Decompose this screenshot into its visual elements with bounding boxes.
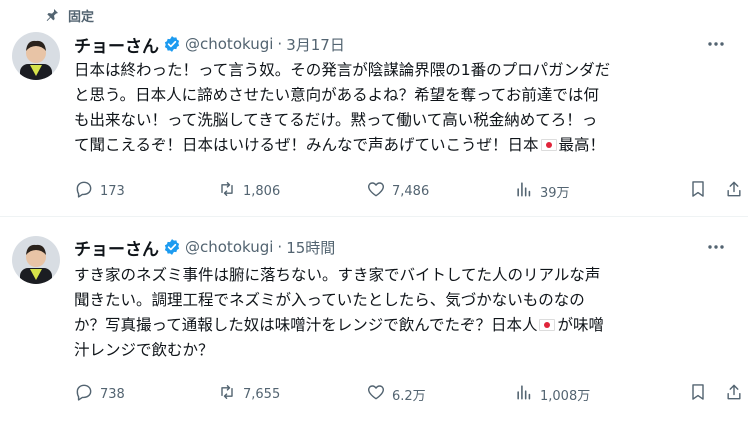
views-chart-icon bbox=[514, 179, 534, 203]
handle[interactable]: @chotokugi bbox=[185, 238, 273, 256]
avatar[interactable] bbox=[12, 236, 60, 284]
timestamp[interactable]: 15時間 bbox=[286, 237, 335, 258]
repost-count: 7,655 bbox=[243, 386, 281, 402]
japan-flag-emoji bbox=[540, 139, 557, 151]
repost-icon bbox=[217, 179, 237, 203]
text-segment: か？写真撮って通報した奴は味噌汁をレンジで飲んでたぞ？日本人 bbox=[74, 316, 538, 334]
reply-count: 738 bbox=[100, 386, 125, 402]
text-segment: が味噌 bbox=[557, 316, 604, 334]
pinned-label: 固定 bbox=[68, 9, 95, 25]
pin-icon bbox=[44, 7, 60, 23]
tweet-text: 日本は終わった！って言う奴。その発言が陰謀論界隈の1番のプロパガンダだ と思う。… bbox=[74, 58, 734, 158]
text-line: すき家のネズミ事件は腑に落ちない。すき家でバイトしてた人のリアルな声 bbox=[74, 266, 601, 284]
repost-button[interactable]: 1,806 bbox=[217, 180, 280, 202]
share-icon bbox=[724, 382, 744, 406]
views-count: 39万 bbox=[540, 185, 570, 201]
separator-dot: · bbox=[277, 35, 283, 53]
tweet-divider bbox=[0, 216, 748, 217]
repost-count: 1,806 bbox=[243, 183, 281, 199]
avatar[interactable] bbox=[12, 32, 60, 80]
more-options-icon[interactable] bbox=[706, 237, 726, 257]
repost-button[interactable]: 7,655 bbox=[217, 383, 280, 405]
tweet-actions: 738 7,655 6.2万 1,008万 bbox=[74, 383, 741, 405]
timestamp[interactable]: 3月17日 bbox=[286, 34, 345, 55]
reply-button[interactable]: 173 bbox=[74, 180, 125, 202]
tweet-header: チョーさん @chotokugi · 3月17日 bbox=[74, 32, 345, 57]
share-button[interactable] bbox=[724, 383, 744, 405]
tweet-2[interactable]: チョーさん @chotokugi · 15時間 すき家のネズミ事件は腑に落ちない… bbox=[0, 218, 748, 429]
text-line: も出来ない！って洗脳してきてるだけ。黙って働いて高い税金納めてろ！っ bbox=[74, 111, 598, 129]
verified-badge-icon bbox=[163, 35, 181, 53]
heart-icon bbox=[366, 382, 386, 406]
display-name[interactable]: チョーさん bbox=[74, 32, 159, 57]
text-line: 聞きたい。調理工程でネズミが入っていたとしたら、気づかないものなの bbox=[74, 291, 585, 309]
bookmark-button[interactable] bbox=[688, 383, 708, 405]
display-name[interactable]: チョーさん bbox=[74, 235, 159, 260]
bookmark-icon bbox=[688, 179, 708, 203]
verified-badge-icon bbox=[163, 238, 181, 256]
reply-count: 173 bbox=[100, 183, 125, 199]
views-button[interactable]: 39万 bbox=[514, 180, 570, 202]
tweet-actions: 173 1,806 7,486 39万 bbox=[74, 180, 741, 202]
text-line: て聞こえるぞ！日本はいけるぜ！みんなで声あげていこうぜ！日本 最高！ bbox=[74, 133, 734, 158]
like-button[interactable]: 6.2万 bbox=[366, 383, 426, 405]
heart-icon bbox=[366, 179, 386, 203]
like-button[interactable]: 7,486 bbox=[366, 180, 429, 202]
text-line: か？写真撮って通報した奴は味噌汁をレンジで飲んでたぞ？日本人 が味噌 bbox=[74, 313, 734, 338]
tweet-1[interactable]: 固定 チョーさん @chotokugi · 3月17日 日本は終わった！って言う… bbox=[0, 0, 748, 216]
text-line: と思う。日本人に諦めさせたい意向があるよね？希望を奪ってお前達では何 bbox=[74, 86, 599, 104]
tweet-text: すき家のネズミ事件は腑に落ちない。すき家でバイトしてた人のリアルな声 聞きたい。… bbox=[74, 263, 734, 363]
more-options-icon[interactable] bbox=[706, 34, 726, 54]
repost-icon bbox=[217, 382, 237, 406]
separator-dot: · bbox=[277, 238, 283, 256]
like-count: 6.2万 bbox=[392, 388, 426, 404]
pinned-indicator: 固定 bbox=[44, 6, 95, 25]
bookmark-icon bbox=[688, 382, 708, 406]
views-count: 1,008万 bbox=[540, 388, 591, 404]
views-chart-icon bbox=[514, 382, 534, 406]
reply-icon bbox=[74, 179, 94, 203]
views-button[interactable]: 1,008万 bbox=[514, 383, 590, 405]
like-count: 7,486 bbox=[392, 183, 430, 199]
text-segment: て聞こえるぞ！日本はいけるぜ！みんなで声あげていこうぜ！日本 bbox=[74, 136, 539, 154]
tweet-header: チョーさん @chotokugi · 15時間 bbox=[74, 235, 335, 260]
handle[interactable]: @chotokugi bbox=[185, 35, 273, 53]
japan-flag-emoji bbox=[539, 319, 556, 331]
text-segment: 最高！ bbox=[558, 136, 606, 154]
share-button[interactable] bbox=[724, 180, 744, 202]
bookmark-button[interactable] bbox=[688, 180, 708, 202]
reply-button[interactable]: 738 bbox=[74, 383, 125, 405]
share-icon bbox=[724, 179, 744, 203]
text-line: 日本は終わった！って言う奴。その発言が陰謀論界隈の1番のプロパガンダだ bbox=[74, 61, 611, 79]
text-line: 汁レンジで飲むか？ bbox=[74, 341, 214, 359]
reply-icon bbox=[74, 382, 94, 406]
